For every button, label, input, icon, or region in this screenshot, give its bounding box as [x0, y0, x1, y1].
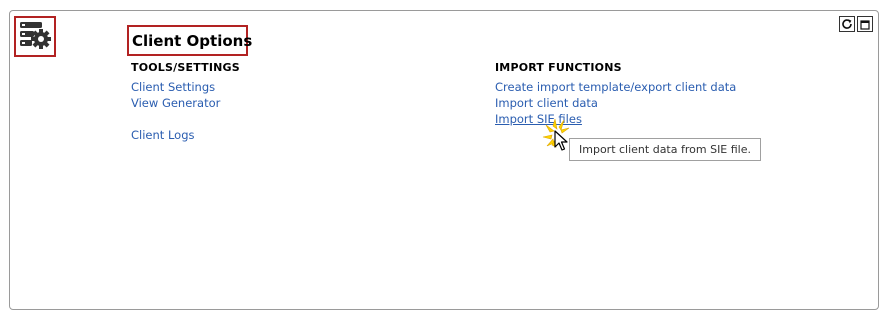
client-settings-link[interactable]: Client Settings [131, 80, 215, 94]
view-generator-link[interactable]: View Generator [131, 96, 220, 110]
refresh-icon [841, 15, 853, 34]
server-settings-icon [18, 19, 52, 55]
maximize-button[interactable] [857, 16, 873, 32]
title-highlight: Client Options [127, 25, 252, 56]
tooltip: Import client data from SIE file. [569, 138, 762, 161]
maximize-icon [860, 15, 870, 34]
tooltip-text: Import client data from SIE file. [579, 143, 752, 156]
client-logs-link[interactable]: Client Logs [131, 128, 194, 142]
window-controls [839, 16, 873, 32]
page-title: Client Options [132, 31, 253, 50]
create-import-template-link[interactable]: Create import template/export client dat… [495, 80, 736, 94]
import-client-data-link[interactable]: Import client data [495, 96, 598, 110]
refresh-button[interactable] [839, 16, 855, 32]
tools-settings-heading: TOOLS/SETTINGS [131, 61, 240, 74]
mouse-cursor [542, 117, 578, 157]
app-icon-highlight [14, 16, 56, 57]
import-functions-heading: IMPORT FUNCTIONS [495, 61, 622, 74]
